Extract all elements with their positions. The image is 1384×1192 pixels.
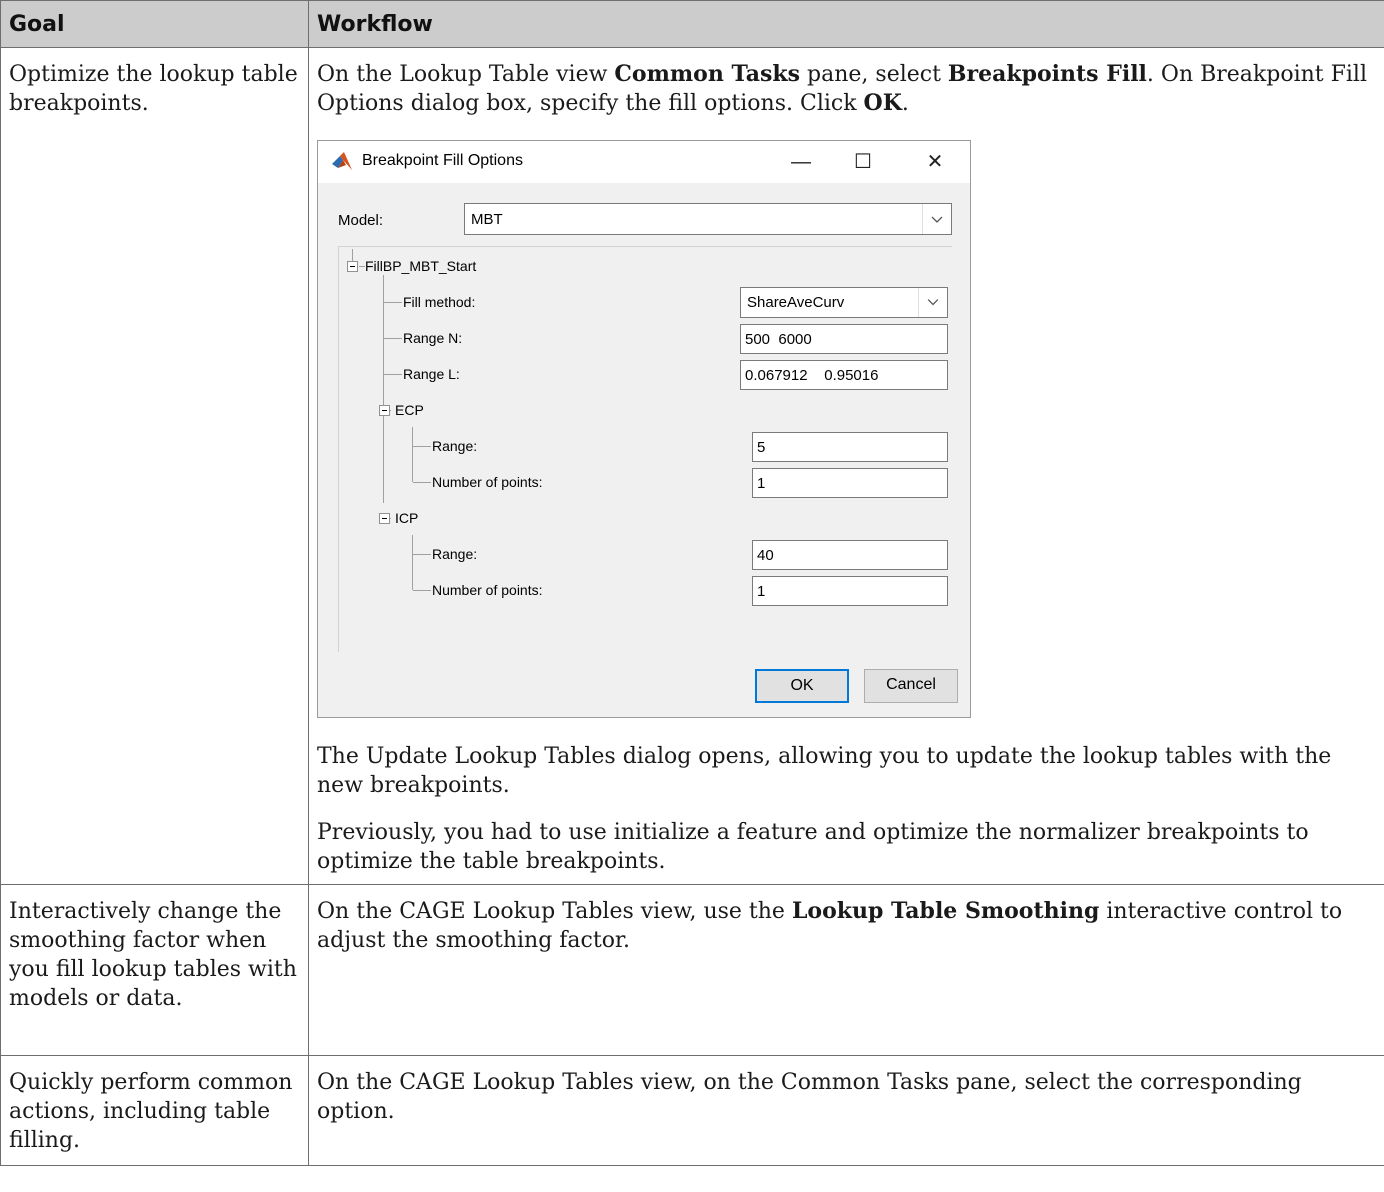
goal-cell: Interactively change the smoothing facto… — [0, 884, 309, 1056]
goal-cell: Quickly perform common actions, includin… — [0, 1055, 309, 1166]
text-bold: Breakpoints Fill — [947, 61, 1147, 87]
tree-root-label: FillBP_MBT_Start — [365, 258, 477, 274]
model-value: MBT — [471, 211, 503, 228]
header-goal: Goal — [0, 0, 309, 48]
tree-line — [384, 338, 402, 339]
table-row: Interactively change the smoothing facto… — [0, 884, 1384, 1056]
icp-points-input[interactable] — [752, 576, 948, 606]
feature-table: Goal Workflow Optimize the lookup table … — [0, 0, 1384, 1166]
ecp-points-label: Number of points: — [432, 474, 543, 490]
tree-line — [412, 535, 413, 590]
text-bold: Common Tasks — [614, 61, 801, 87]
fill-method-value: ShareAveCurv — [747, 294, 845, 311]
workflow-paragraph: On the Lookup Table view Common Tasks pa… — [317, 60, 1376, 118]
tree-line — [384, 302, 402, 303]
ok-button[interactable]: OK — [755, 669, 849, 703]
ecp-points-input[interactable] — [752, 468, 948, 498]
tree-line — [413, 590, 431, 591]
table-row: Optimize the lookup table breakpoints. O… — [0, 47, 1384, 885]
text-bold: Lookup Table Smoothing — [791, 898, 1100, 924]
tree-line — [413, 482, 431, 483]
range-n-input[interactable] — [740, 324, 948, 354]
workflow-paragraph: On the CAGE Lookup Tables view, use the … — [317, 897, 1376, 955]
cancel-button[interactable]: Cancel — [864, 669, 958, 703]
tree-line — [383, 275, 384, 503]
icp-points-field[interactable] — [753, 577, 947, 605]
model-dropdown[interactable]: MBT — [464, 203, 952, 235]
range-l-field[interactable] — [741, 361, 947, 389]
collapse-toggle-icon[interactable] — [379, 513, 390, 524]
range-n-field[interactable] — [741, 325, 947, 353]
text-run: On the Lookup Table view — [317, 62, 615, 87]
matlab-logo-icon — [332, 152, 352, 170]
chevron-down-icon — [922, 204, 943, 234]
text-run: On the CAGE Lookup Tables view, use the — [317, 899, 792, 924]
icp-range-label: Range: — [432, 546, 478, 562]
model-label: Model: — [338, 212, 384, 229]
icp-points-label: Number of points: — [432, 582, 543, 598]
tree-line — [412, 427, 413, 482]
tree-panel: FillBP_MBT_Start Fill method: ShareAveCu… — [338, 246, 952, 652]
tree-line — [384, 374, 402, 375]
ecp-node-label: ECP — [395, 402, 424, 418]
text-run: . — [901, 91, 909, 116]
range-l-input[interactable] — [740, 360, 948, 390]
workflow-paragraph: Previously, you had to use initialize a … — [317, 820, 1309, 874]
ecp-range-field[interactable] — [753, 433, 947, 461]
text-bold: OK — [863, 90, 902, 116]
range-n-label: Range N: — [403, 330, 463, 346]
maximize-icon[interactable]: ☐ — [840, 147, 886, 177]
collapse-toggle-icon[interactable] — [379, 405, 390, 416]
workflow-cell: On the CAGE Lookup Tables view, on the C… — [308, 1055, 1384, 1166]
close-icon[interactable]: ✕ — [912, 147, 958, 177]
fill-method-label: Fill method: — [403, 294, 476, 310]
table-header-row: Goal Workflow — [0, 0, 1384, 48]
tree-line — [413, 446, 431, 447]
workflow-cell: On the CAGE Lookup Tables view, use the … — [308, 884, 1384, 1056]
icp-range-field[interactable] — [753, 541, 947, 569]
header-workflow: Workflow — [308, 0, 1384, 48]
range-l-label: Range L: — [403, 366, 460, 382]
workflow-paragraph: The Update Lookup Tables dialog opens, a… — [317, 744, 1332, 798]
workflow-cell: On the Lookup Table view Common Tasks pa… — [308, 47, 1384, 885]
tree-line — [413, 554, 431, 555]
breakpoint-fill-options-dialog: Breakpoint Fill Options — ☐ ✕ Model: MBT — [317, 140, 971, 718]
ecp-range-input[interactable] — [752, 432, 948, 462]
chevron-down-icon — [918, 288, 939, 317]
ecp-range-label: Range: — [432, 438, 478, 454]
collapse-toggle-icon[interactable] — [347, 261, 358, 272]
minimize-icon[interactable]: — — [778, 147, 824, 177]
dialog-titlebar: Breakpoint Fill Options — ☐ ✕ — [318, 141, 970, 183]
ecp-points-field[interactable] — [753, 469, 947, 497]
workflow-paragraph: On the CAGE Lookup Tables view, on the C… — [317, 1070, 1302, 1124]
fill-method-dropdown[interactable]: ShareAveCurv — [740, 287, 948, 318]
table-row: Quickly perform common actions, includin… — [0, 1055, 1384, 1166]
icp-node-label: ICP — [395, 510, 419, 526]
dialog-title: Breakpoint Fill Options — [362, 152, 523, 169]
text-run: pane, select — [800, 62, 948, 87]
icp-range-input[interactable] — [752, 540, 948, 570]
goal-cell: Optimize the lookup table breakpoints. — [0, 47, 309, 885]
